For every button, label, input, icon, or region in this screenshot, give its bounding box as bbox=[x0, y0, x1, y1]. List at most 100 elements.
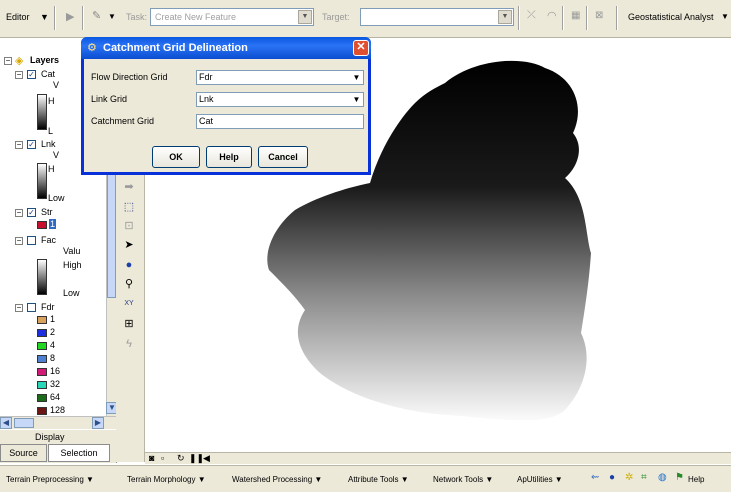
clear-selection-icon[interactable]: ⊡ bbox=[122, 219, 136, 233]
expand-icon[interactable]: − bbox=[15, 304, 23, 312]
edit-tool-icon[interactable]: ▶ bbox=[66, 10, 74, 23]
layer-name-lnk[interactable]: Lnk bbox=[41, 139, 56, 149]
layers-icon: ◈ bbox=[15, 55, 24, 67]
point-delineation-icon[interactable]: ● bbox=[609, 472, 615, 483]
sketch-tool-icon[interactable]: ✎ bbox=[92, 9, 101, 22]
fac-visibility-checkbox[interactable] bbox=[27, 236, 36, 245]
layer-name-cat[interactable]: Cat bbox=[41, 69, 55, 79]
fdr-class-swatch bbox=[37, 316, 47, 324]
editor-menu[interactable]: Editor bbox=[6, 12, 30, 22]
scroll-left-icon[interactable]: ◀ bbox=[0, 417, 12, 429]
archydro-menu-attribute-tools[interactable]: Attribute Tools ▼ bbox=[348, 475, 409, 484]
cancel-button[interactable]: Cancel bbox=[258, 146, 308, 168]
batch-point-icon[interactable]: ✲ bbox=[625, 472, 633, 483]
archydro-menu-terrain-morphology[interactable]: Terrain Morphology ▼ bbox=[127, 475, 206, 484]
cat-value-label: V bbox=[53, 80, 60, 90]
layout-view-icon[interactable]: ▫ bbox=[161, 453, 164, 463]
chevron-down-icon[interactable]: ▼ bbox=[40, 12, 49, 22]
lnk-low-label: Low bbox=[48, 193, 65, 203]
scrollbar-thumb[interactable] bbox=[14, 418, 34, 428]
flow-direction-select[interactable]: Fdr ▼ bbox=[196, 70, 364, 85]
archydro-menu-network-tools[interactable]: Network Tools ▼ bbox=[433, 475, 493, 484]
fac-color-ramp bbox=[37, 259, 47, 295]
split-tool-icon[interactable]: ⤫ bbox=[527, 9, 536, 22]
dialog-title-bar[interactable]: ⚙ Catchment Grid Delineation ✕ bbox=[81, 37, 371, 59]
task-select[interactable]: Create New Feature ▼ bbox=[150, 8, 314, 26]
catchment-grid-value: Cat bbox=[199, 116, 214, 126]
toc-tab-bar: Display Source Selection bbox=[0, 430, 116, 463]
chevron-down-icon[interactable]: ▼ bbox=[298, 10, 312, 24]
chevron-down-icon[interactable]: ▼ bbox=[350, 71, 363, 84]
layer-name-fdr[interactable]: Fdr bbox=[41, 302, 55, 312]
collapse-icon[interactable]: − bbox=[15, 209, 23, 217]
archydro-menu-aputilities[interactable]: ApUtilities ▼ bbox=[517, 475, 563, 484]
tab-source[interactable]: Source bbox=[0, 444, 47, 462]
chevron-down-icon[interactable]: ▼ bbox=[350, 93, 363, 106]
fdr-class-label: 16 bbox=[50, 366, 61, 376]
archydro-menu-watershed-processing[interactable]: Watershed Processing ▼ bbox=[232, 475, 322, 484]
close-icon[interactable]: ✕ bbox=[353, 40, 369, 56]
editor-toolbar: Editor ▼ ▶ ✎ ▼ Task: Create New Feature … bbox=[0, 0, 731, 38]
link-grid-select[interactable]: Lnk ▼ bbox=[196, 92, 364, 107]
fdr-class-label: 32 bbox=[50, 379, 61, 389]
fdr-class-swatch bbox=[37, 407, 47, 415]
lnk-visibility-checkbox[interactable]: ✓ bbox=[27, 140, 36, 149]
toolbar-separator bbox=[518, 6, 520, 30]
trace-icon[interactable]: ⌗ bbox=[641, 472, 647, 483]
go-to-xy-icon[interactable]: XY bbox=[122, 297, 136, 311]
fdr-class-swatch bbox=[37, 394, 47, 402]
cat-visibility-checkbox[interactable]: ✓ bbox=[27, 70, 36, 79]
toolbar-separator bbox=[616, 6, 618, 30]
attributes-icon[interactable]: ▦ bbox=[571, 10, 580, 21]
fac-value-label: Valu bbox=[63, 246, 81, 256]
tab-display[interactable]: Display bbox=[35, 432, 65, 442]
flag-icon[interactable]: ⚑ bbox=[675, 472, 684, 483]
expand-icon[interactable]: − bbox=[15, 237, 23, 245]
scroll-left-icon[interactable]: ◀ bbox=[203, 453, 210, 464]
chevron-down-icon[interactable]: ▼ bbox=[721, 12, 729, 21]
collapse-icon[interactable]: − bbox=[4, 57, 12, 65]
pause-drawing-icon[interactable]: ❚❚ bbox=[189, 453, 204, 464]
str-visibility-checkbox[interactable]: ✓ bbox=[27, 208, 36, 217]
layers-root-label[interactable]: Layers bbox=[30, 55, 59, 65]
find-icon[interactable]: ⚲ bbox=[122, 277, 136, 291]
layer-name-fac[interactable]: Fac bbox=[41, 235, 56, 245]
fac-high-label: High bbox=[63, 260, 82, 270]
help-menu[interactable]: Help bbox=[688, 475, 704, 484]
sketch-properties-icon[interactable]: ⊠ bbox=[595, 10, 603, 21]
toc-horizontal-scrollbar[interactable]: ◀ ▶ bbox=[0, 416, 116, 429]
data-view-icon[interactable]: ◙ bbox=[149, 453, 154, 463]
refresh-icon[interactable]: ↻ bbox=[177, 453, 185, 464]
str-value-label[interactable]: 1 bbox=[49, 219, 57, 229]
measure-icon[interactable]: ⊞ bbox=[122, 317, 136, 331]
geostatistical-analyst-menu[interactable]: Geostatistical Analyst bbox=[628, 12, 714, 22]
identify-icon[interactable]: ● bbox=[122, 258, 136, 272]
select-elements-icon[interactable]: ➤ bbox=[122, 238, 136, 252]
tab-selection[interactable]: Selection bbox=[48, 444, 110, 462]
rotate-tool-icon[interactable]: ◠ bbox=[547, 9, 557, 22]
dialog-title: Catchment Grid Delineation bbox=[103, 42, 248, 54]
collapse-icon[interactable]: − bbox=[15, 71, 23, 79]
select-features-icon[interactable]: ⬚ bbox=[122, 200, 136, 214]
target-select[interactable]: ▼ bbox=[360, 8, 514, 26]
layer-name-str[interactable]: Str bbox=[41, 207, 53, 217]
fdr-visibility-checkbox[interactable] bbox=[27, 303, 36, 312]
archydro-menu-terrain-preprocessing[interactable]: Terrain Preprocessing ▼ bbox=[6, 475, 94, 484]
toolbar-separator bbox=[562, 6, 564, 30]
chevron-down-icon[interactable]: ▼ bbox=[498, 10, 512, 24]
help-button[interactable]: Help bbox=[206, 146, 252, 168]
fdr-class-swatch bbox=[37, 342, 47, 350]
collapse-icon[interactable]: − bbox=[15, 141, 23, 149]
globe-icon[interactable]: ◍ bbox=[658, 472, 667, 483]
scroll-right-icon[interactable]: ▶ bbox=[92, 417, 104, 429]
fdr-class-swatch bbox=[37, 381, 47, 389]
fdr-class-label: 1 bbox=[50, 314, 56, 324]
flow-direction-label: Flow Direction Grid bbox=[91, 72, 168, 82]
ok-button[interactable]: OK bbox=[152, 146, 200, 168]
archydro-toolbar: Terrain Preprocessing ▼ Terrain Morpholog… bbox=[0, 465, 731, 492]
hyperlink-icon[interactable]: ϟ bbox=[122, 337, 136, 351]
chevron-down-icon[interactable]: ▼ bbox=[108, 12, 116, 21]
flow-path-icon[interactable]: ⇜ bbox=[591, 472, 599, 483]
catchment-grid-input[interactable]: Cat bbox=[196, 114, 364, 129]
forward-extent-icon[interactable]: ➡ bbox=[122, 180, 136, 194]
